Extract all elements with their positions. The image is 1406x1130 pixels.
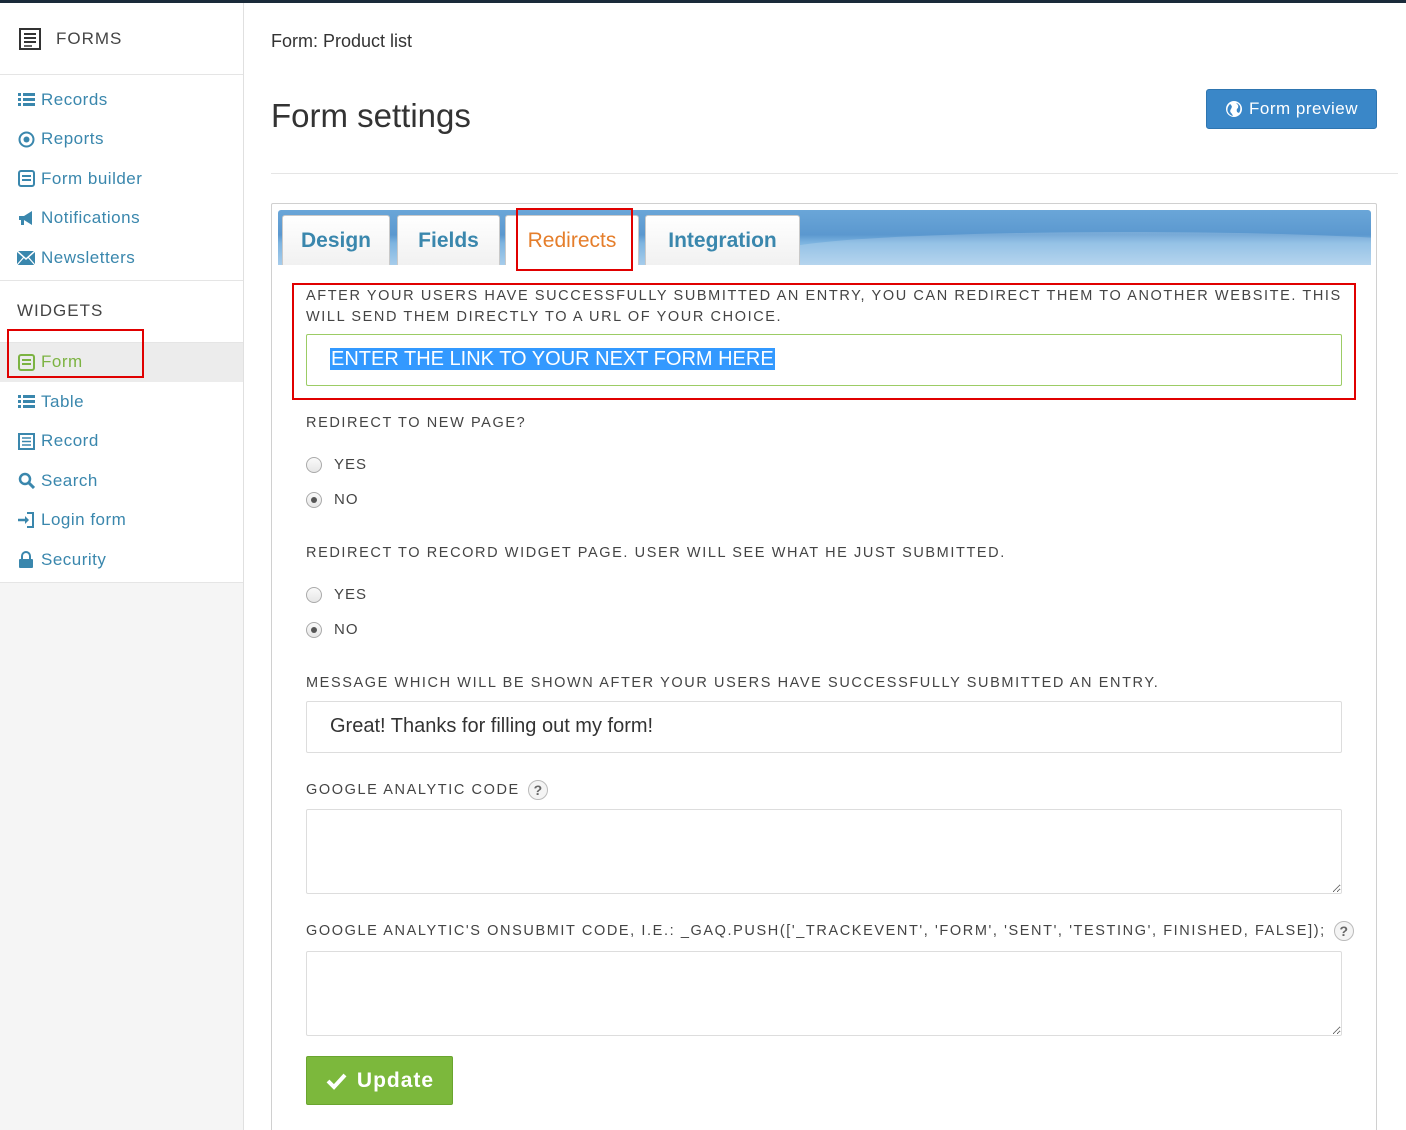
sidebar-item-label: Login form — [41, 510, 127, 530]
tab-bar: Design Fields Redirects Integration — [278, 210, 1371, 265]
dot-circle-icon — [17, 130, 35, 148]
radio-button[interactable] — [306, 491, 322, 508]
sidebar-item-newsletters[interactable]: Newsletters — [0, 238, 243, 278]
list-icon — [17, 393, 35, 411]
ga-code-textarea[interactable] — [306, 809, 1342, 894]
forms-list-icon — [18, 27, 42, 51]
tab-label: Fields — [418, 228, 479, 252]
form-builder-icon — [17, 170, 35, 188]
sidebar-widgets-menu: Form Table Record Search Login form Secu… — [0, 342, 243, 583]
sidebar-item-form-builder[interactable]: Form builder — [0, 159, 243, 199]
sidebar-item-label: Newsletters — [41, 247, 136, 267]
sidebar-item-label: Form — [41, 352, 83, 372]
radio-button[interactable] — [306, 621, 322, 638]
sidebar-item-label: Table — [41, 391, 85, 411]
page-title: Form settings — [271, 97, 471, 134]
form-preview-button[interactable]: Form preview — [1206, 89, 1377, 129]
redirect-new-page-no[interactable]: NO — [306, 491, 359, 508]
globe-icon — [1225, 100, 1243, 118]
success-message-input[interactable]: Great! Thanks for filling out my form! — [306, 701, 1342, 753]
bullhorn-icon — [17, 209, 35, 227]
breadcrumb: Form: Product list — [271, 31, 413, 51]
tab-bar-decoration — [778, 232, 1371, 265]
redirect-url-value: ENTER THE LINK TO YOUR NEXT FORM HERE — [330, 348, 775, 370]
sidebar: FORMS Records Reports Form builder Notif… — [0, 3, 244, 1130]
sidebar-item-notifications[interactable]: Notifications — [0, 199, 243, 239]
ga-code-label: Google Analytic code — [306, 781, 520, 798]
sidebar-item-label: Notifications — [41, 208, 141, 228]
sidebar-item-record[interactable]: Record — [0, 422, 243, 462]
sidebar-header: FORMS — [0, 3, 243, 75]
check-icon — [325, 1070, 347, 1092]
ga-code-label-row: Google Analytic code? — [306, 780, 548, 800]
sidebar-item-label: Records — [41, 89, 108, 109]
redirect-new-page-label: Redirect to new page? — [306, 415, 527, 431]
radio-label: YES — [334, 586, 368, 603]
sidebar-item-label: Reports — [41, 129, 105, 149]
update-label: Update — [356, 1068, 435, 1092]
sidebar-item-label: Form builder — [41, 168, 143, 188]
tab-integration[interactable]: Integration — [645, 215, 800, 265]
tab-label: Design — [300, 228, 371, 252]
lock-icon — [17, 551, 35, 569]
redirect-record-no[interactable]: NO — [306, 621, 359, 638]
divider — [271, 173, 1398, 174]
widgets-header: WIDGETS — [0, 280, 243, 343]
help-icon[interactable]: ? — [527, 780, 548, 800]
redirect-url-input[interactable]: ENTER THE LINK TO YOUR NEXT FORM HERE — [306, 334, 1342, 386]
sidebar-item-search[interactable]: Search — [0, 461, 243, 501]
sidebar-item-login-form[interactable]: Login form — [0, 501, 243, 541]
sidebar-item-security[interactable]: Security — [0, 540, 243, 580]
redirect-url-label: After your users have successfully submi… — [306, 288, 1342, 325]
radio-label: YES — [334, 456, 368, 473]
list-icon — [17, 91, 35, 109]
radio-label: NO — [334, 491, 359, 508]
help-icon[interactable]: ? — [1333, 921, 1354, 941]
redirect-record-label: Redirect to Record widget page. User wil… — [306, 545, 1006, 561]
sidebar-item-label: Security — [41, 549, 107, 569]
radio-label: NO — [334, 621, 359, 638]
tab-redirects[interactable]: Redirects — [505, 215, 639, 265]
sidebar-item-label: Record — [41, 431, 99, 451]
radio-button[interactable] — [306, 586, 322, 603]
sidebar-forms-menu: Records Reports Form builder Notificatio… — [0, 75, 243, 281]
sidebar-item-form[interactable]: Form — [0, 342, 243, 382]
sidebar-item-reports[interactable]: Reports — [0, 120, 243, 160]
tab-label: Redirects — [527, 228, 617, 252]
sidebar-header-title: FORMS — [56, 28, 123, 48]
tab-fields[interactable]: Fields — [397, 215, 500, 265]
record-icon — [17, 432, 35, 450]
sidebar-item-table[interactable]: Table — [0, 382, 243, 422]
search-icon — [17, 472, 35, 490]
ga-onsubmit-label: Google Analytic's onSubmit code, i.e.: _… — [306, 922, 1326, 939]
form-icon — [17, 353, 35, 371]
redirect-new-page-yes[interactable]: YES — [306, 456, 367, 473]
sign-in-icon — [17, 511, 35, 529]
form-preview-label: Form preview — [1249, 99, 1358, 118]
radio-button[interactable] — [306, 456, 322, 473]
envelope-icon — [17, 249, 35, 267]
success-message-value: Great! Thanks for filling out my form! — [330, 715, 654, 737]
ga-onsubmit-label-row: Google Analytic's onSubmit code, i.e.: _… — [306, 921, 1354, 941]
sidebar-item-records[interactable]: Records — [0, 80, 243, 120]
redirect-record-yes[interactable]: YES — [306, 586, 367, 603]
tab-design[interactable]: Design — [282, 215, 390, 265]
sidebar-item-label: Search — [41, 470, 98, 490]
update-button[interactable]: Update — [306, 1056, 453, 1105]
ga-onsubmit-textarea[interactable] — [306, 951, 1342, 1036]
success-message-label: Message which will be shown after your u… — [306, 675, 1160, 691]
tab-label: Integration — [668, 228, 777, 252]
